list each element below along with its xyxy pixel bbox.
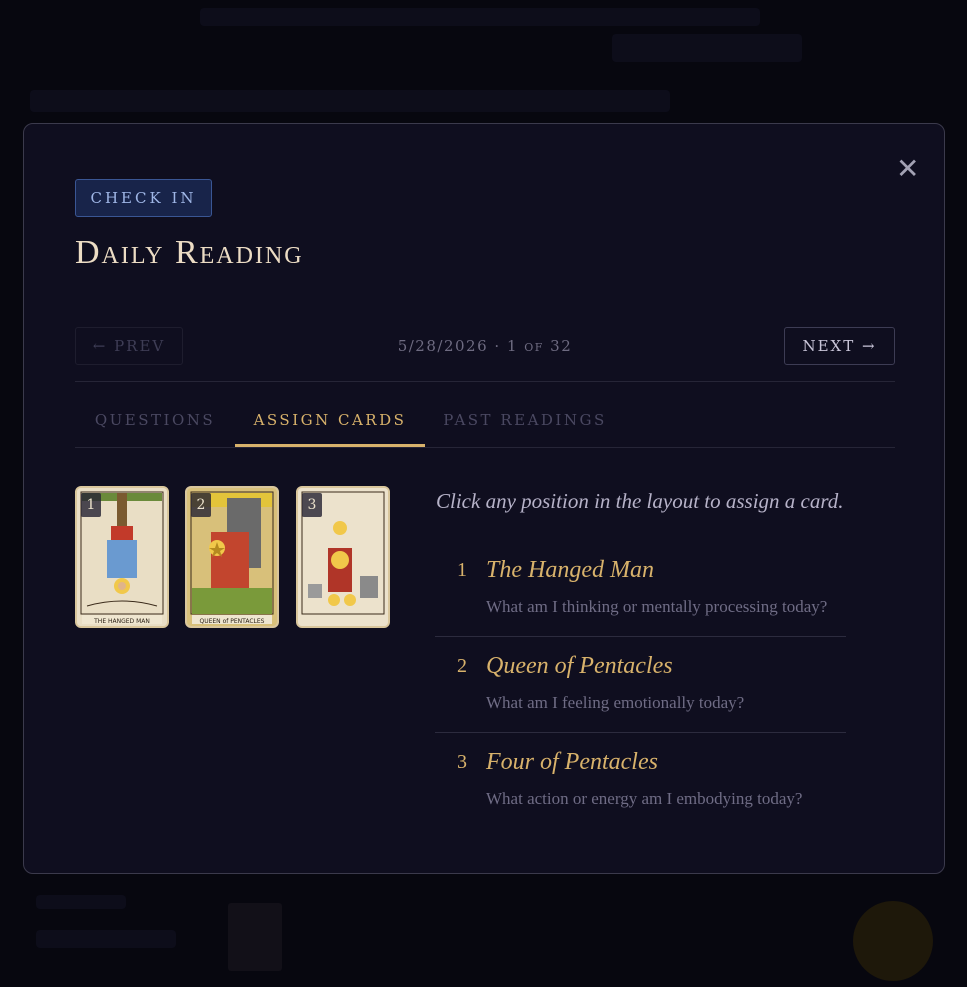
prev-button[interactable]: ← PREV <box>75 327 183 365</box>
instructions-text: Click any position in the layout to assi… <box>436 489 844 513</box>
next-button[interactable]: NEXT → <box>784 327 895 365</box>
background-fab <box>853 901 933 981</box>
list-item[interactable]: 2 Queen of Pentacles What am I feeling e… <box>435 637 846 733</box>
check-in-badge: CHECK IN <box>75 179 212 217</box>
tab-assign-cards[interactable]: ASSIGN CARDS <box>235 401 425 447</box>
background-button <box>612 34 802 62</box>
close-icon[interactable]: ✕ <box>896 154 919 184</box>
list-item[interactable]: 3 Four of Pentacles What action or energ… <box>435 733 846 828</box>
tab-past-readings[interactable]: PAST READINGS <box>425 401 625 447</box>
background-header <box>30 90 670 112</box>
list-item[interactable]: 1 The Hanged Man What am I thinking or m… <box>435 541 846 637</box>
reading-navigation: ← PREV 5/28/2026 · 1 of 32 NEXT → <box>75 327 895 382</box>
reading-count: 1 of 32 <box>506 337 573 355</box>
card-number-badge: 3 <box>302 493 322 517</box>
position-number: 3 <box>457 751 467 773</box>
tab-questions[interactable]: QUESTIONS <box>75 401 235 447</box>
separator-dot: · <box>494 337 507 355</box>
position-number: 1 <box>457 559 467 581</box>
background-footer-text <box>36 930 176 948</box>
assignment-list: 1 The Hanged Man What am I thinking or m… <box>435 541 846 828</box>
card-number-badge: 1 <box>81 493 101 517</box>
modal-title: Daily Reading <box>75 234 304 271</box>
background-thumbnail <box>228 903 282 971</box>
reading-date: 5/28/2026 <box>397 337 489 355</box>
assigned-card-name: Four of Pentacles <box>486 749 658 775</box>
assigned-card-name: Queen of Pentacles <box>486 653 673 679</box>
reading-position: 5/28/2026 · 1 of 32 <box>325 327 645 365</box>
card-number-badge: 2 <box>191 493 211 517</box>
position-question: What am I thinking or mentally processin… <box>486 597 828 616</box>
position-number: 2 <box>457 655 467 677</box>
tab-bar: QUESTIONS ASSIGN CARDS PAST READINGS <box>75 401 895 448</box>
background-nav <box>200 8 760 26</box>
card-caption: THE HANGED MAN <box>94 618 150 625</box>
assigned-card-name: The Hanged Man <box>486 557 654 583</box>
card-slot-1[interactable]: 1 THE HANGED MAN <box>75 486 169 628</box>
position-question: What action or energy am I embodying tod… <box>486 789 803 808</box>
card-caption: QUEEN of PENTACLES <box>199 618 265 625</box>
daily-reading-modal: ✕ CHECK IN Daily Reading ← PREV 5/28/202… <box>23 123 945 874</box>
position-question: What am I feeling emotionally today? <box>486 693 745 712</box>
background-footer-text <box>36 895 126 909</box>
card-slot-2[interactable]: 2 QUEEN of PENTACLES <box>185 486 279 628</box>
card-slot-3[interactable]: 3 <box>296 486 390 628</box>
